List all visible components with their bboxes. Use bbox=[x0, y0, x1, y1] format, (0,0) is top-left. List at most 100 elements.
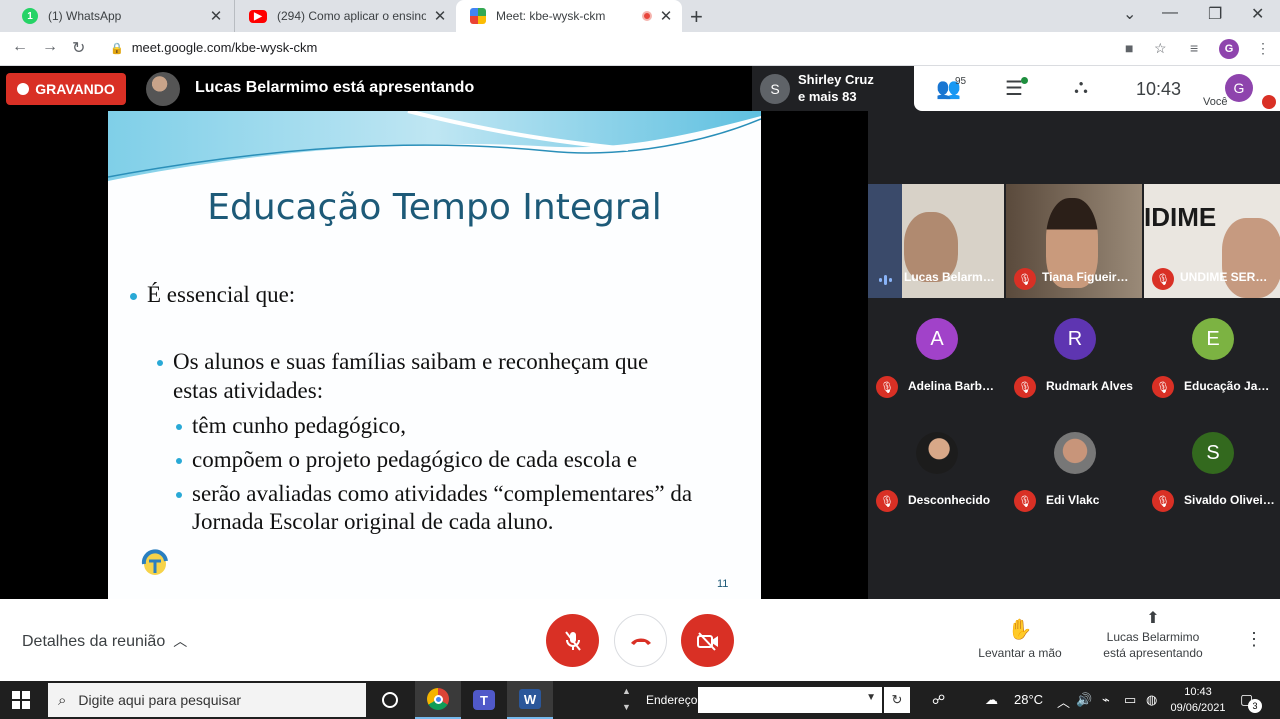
search-icon: ⌕ bbox=[58, 691, 67, 709]
address-toolbar-input[interactable]: ▼ bbox=[698, 687, 882, 713]
participant-tile[interactable]: A 🎙 Adelina Barb… bbox=[868, 298, 1004, 412]
tab-search-icon[interactable]: ⌄ bbox=[1123, 4, 1136, 24]
minimize-icon[interactable]: — bbox=[1162, 4, 1178, 22]
mic-toggle-button[interactable] bbox=[546, 614, 599, 667]
participants-grid: Lucas Belarm… 🎙 Tiana Figueir… IDIME 🎙 U… bbox=[868, 184, 1280, 527]
temperature-label[interactable]: 28°C bbox=[1014, 692, 1043, 707]
weather-icon[interactable]: ☁ bbox=[985, 692, 998, 708]
bullet-icon bbox=[176, 458, 182, 464]
mic-off-icon: 🎙 bbox=[876, 490, 898, 512]
network-icon[interactable]: ⌁ bbox=[1102, 692, 1110, 708]
hand-icon: ✋ bbox=[1007, 619, 1033, 641]
raise-hand-button[interactable]: ✋ Levantar a mão bbox=[972, 617, 1068, 660]
presenting-label-line1: Lucas Belarmimo bbox=[1106, 630, 1200, 644]
bullet-icon bbox=[157, 360, 163, 366]
taskbar-date: 09/06/2021 bbox=[1170, 702, 1226, 714]
close-icon[interactable]: ✕ bbox=[658, 7, 674, 25]
video-tile[interactable]: Lucas Belarm… bbox=[868, 184, 1004, 298]
presenting-label-line2: está apresentando bbox=[1103, 646, 1203, 660]
mic-off-icon bbox=[564, 630, 581, 651]
teams-icon: T bbox=[473, 690, 495, 710]
activities-icon[interactable]: ⛬ bbox=[1074, 76, 1088, 99]
taskbar-clock[interactable]: 10:43 09/06/2021 bbox=[1166, 684, 1230, 716]
bullet-level3: serão avaliadas como atividades “complem… bbox=[192, 481, 693, 506]
participant-tile[interactable]: 🎙 Edi Vlakc bbox=[1006, 412, 1142, 526]
reload-icon[interactable]: ↻ bbox=[72, 38, 85, 58]
participant-tile[interactable]: 🎙 Desconhecido bbox=[868, 412, 1004, 526]
close-icon[interactable]: ✕ bbox=[208, 7, 224, 25]
menu-icon[interactable]: ⋮ bbox=[1256, 40, 1270, 57]
tab-youtube[interactable]: ▶ (294) Como aplicar o ensino inte ✕ bbox=[234, 0, 456, 32]
avatar: A bbox=[916, 318, 958, 360]
meeting-details-button[interactable]: Detalhes da reunião ︿ bbox=[22, 631, 187, 651]
taskbar-word[interactable]: W bbox=[507, 681, 553, 719]
undime-banner-icon: IDIME bbox=[1144, 202, 1217, 232]
hang-up-icon bbox=[630, 638, 651, 645]
word-icon: W bbox=[519, 689, 541, 709]
cortana-button[interactable] bbox=[367, 681, 413, 719]
toolbar-scroll-icon[interactable]: ▲ ▼ bbox=[622, 683, 631, 715]
participant-video bbox=[1222, 218, 1280, 298]
mic-off-icon: 🎙 bbox=[1014, 268, 1036, 290]
address-go-icon[interactable]: ↻ bbox=[884, 687, 910, 713]
window-close-icon[interactable]: ✕ bbox=[1251, 4, 1264, 24]
battery-icon[interactable]: ▭ bbox=[1124, 692, 1136, 708]
participant-tile[interactable]: S 🎙 Sivaldo Olivei… bbox=[1144, 412, 1280, 526]
chevron-up-icon: ︿ bbox=[173, 633, 188, 649]
other-participants-chip[interactable]: S Shirley Cruz e mais 83 bbox=[752, 66, 914, 111]
tab-meet[interactable]: Meet: kbe-wysk-ckm ✕ bbox=[456, 0, 682, 32]
video-tile[interactable]: IDIME 🎙 UNDIME SER… bbox=[1144, 184, 1280, 298]
close-icon[interactable]: ✕ bbox=[432, 7, 448, 25]
avatar: E bbox=[1192, 318, 1234, 360]
presenting-button[interactable]: ⬆ Lucas Belarmimo está apresentando bbox=[1094, 611, 1212, 661]
profile-avatar[interactable]: G bbox=[1219, 39, 1239, 59]
url-field[interactable]: 🔒 meet.google.com/kbe-wysk-ckm bbox=[110, 40, 317, 55]
windows-start-icon[interactable] bbox=[12, 691, 30, 709]
chrome-icon bbox=[427, 688, 449, 710]
address-bar: ← → ↻ 🔒 meet.google.com/kbe-wysk-ckm ■ ☆ … bbox=[0, 32, 1280, 66]
people-tray-icon[interactable]: ☍ bbox=[932, 692, 945, 708]
back-icon[interactable]: ← bbox=[12, 38, 28, 56]
video-tile[interactable]: 🎙 Tiana Figueir… bbox=[1006, 184, 1142, 298]
people-count: 95 bbox=[955, 76, 967, 87]
meeting-details-label: Detalhes da reunião bbox=[22, 633, 166, 650]
mic-off-icon: 🎙 bbox=[1014, 490, 1036, 512]
slide-logo-icon bbox=[141, 549, 168, 575]
participant-name: Shirley Cruz bbox=[798, 72, 874, 87]
bullet-level3-cont: Jornada Escolar original de cada aluno. bbox=[192, 509, 554, 534]
chevron-down-icon[interactable]: ▼ bbox=[866, 692, 876, 703]
camera-toggle-button[interactable] bbox=[681, 614, 734, 667]
mic-off-icon: 🎙 bbox=[1152, 490, 1174, 512]
more-options-icon[interactable]: ⋮ bbox=[1245, 629, 1263, 650]
bullet-level2-line: Os alunos e suas famílias saibam e recon… bbox=[173, 349, 649, 374]
participant-name: Sivaldo Olivei… bbox=[1184, 493, 1275, 507]
participant-name: Desconhecido bbox=[908, 493, 991, 507]
media-control-icon[interactable]: ≡ bbox=[1190, 40, 1198, 56]
bullet-icon bbox=[176, 492, 182, 498]
volume-icon[interactable]: 🔊 bbox=[1076, 692, 1092, 708]
mic-off-icon: 🎙 bbox=[1014, 376, 1036, 398]
taskbar-teams[interactable]: T bbox=[461, 681, 507, 719]
participant-more: e mais 83 bbox=[798, 89, 857, 104]
participant-tile[interactable]: R 🎙 Rudmark Alves bbox=[1006, 298, 1142, 412]
taskbar-time: 10:43 bbox=[1184, 686, 1212, 698]
tray-expand-icon[interactable]: ︿ bbox=[1057, 692, 1070, 711]
taskbar-chrome[interactable] bbox=[415, 681, 461, 719]
slide-title: Educação Tempo Integral bbox=[207, 187, 662, 228]
self-label: Você bbox=[1203, 96, 1228, 108]
search-placeholder: Digite aqui para pesquisar bbox=[78, 692, 242, 708]
leave-call-button[interactable] bbox=[614, 614, 667, 667]
participant-tile[interactable]: E 🎙 Educação Ja… bbox=[1144, 298, 1280, 412]
recording-badge: GRAVANDO bbox=[6, 73, 126, 105]
self-avatar[interactable]: G bbox=[1225, 74, 1253, 102]
camera-icon[interactable]: ■ bbox=[1125, 40, 1133, 56]
new-tab-button[interactable]: + bbox=[690, 4, 703, 30]
language-icon[interactable]: ◍ bbox=[1146, 692, 1157, 708]
tab-whatsapp[interactable]: 1 (1) WhatsApp ✕ bbox=[8, 0, 232, 32]
forward-icon[interactable]: → bbox=[42, 38, 58, 56]
taskbar-search[interactable]: ⌕ Digite aqui para pesquisar bbox=[48, 683, 366, 717]
bullet-level1: É essencial que: bbox=[147, 282, 296, 307]
bookmark-star-icon[interactable]: ☆ bbox=[1154, 40, 1167, 57]
present-screen-icon: ⬆ bbox=[1146, 610, 1160, 627]
maximize-icon[interactable]: ❐ bbox=[1208, 4, 1222, 24]
